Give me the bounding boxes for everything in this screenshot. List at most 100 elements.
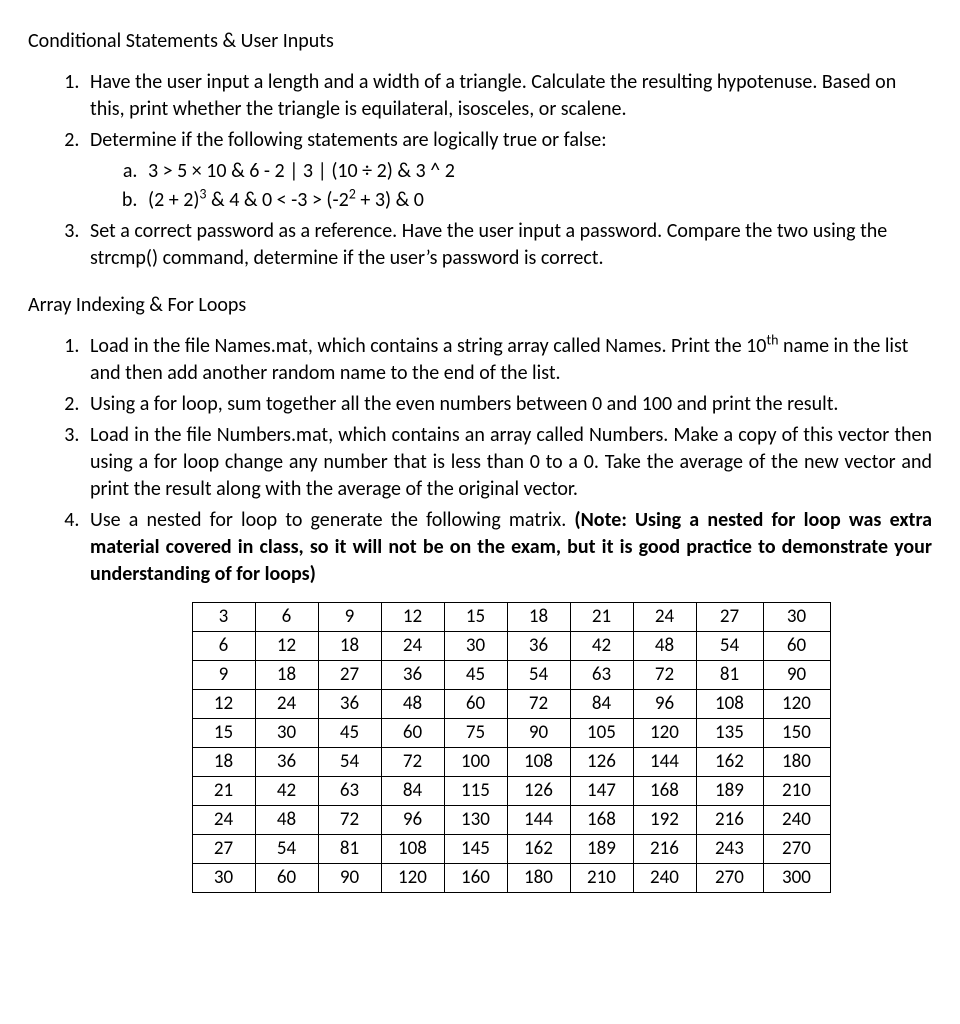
matrix-cell: 54	[318, 748, 381, 777]
matrix-cell: 168	[633, 777, 696, 806]
matrix-cell: 24	[381, 632, 444, 661]
s1-q3: Set a correct password as a reference. H…	[84, 218, 932, 272]
matrix-cell: 12	[381, 603, 444, 632]
matrix-cell: 18	[255, 661, 318, 690]
matrix-cell: 300	[763, 864, 830, 893]
matrix-cell: 84	[381, 777, 444, 806]
matrix-cell: 145	[444, 835, 507, 864]
matrix-cell: 81	[318, 835, 381, 864]
matrix-cell: 24	[633, 603, 696, 632]
matrix-cell: 60	[444, 690, 507, 719]
matrix-cell: 180	[763, 748, 830, 777]
table-row: 21426384115126147168189210	[192, 777, 830, 806]
matrix-cell: 72	[633, 661, 696, 690]
s1-q1: Have the user input a length and a width…	[84, 69, 932, 123]
matrix-cell: 36	[381, 661, 444, 690]
s1-q2-text: Determine if the following statements ar…	[90, 128, 607, 152]
matrix-cell: 90	[763, 661, 830, 690]
matrix-cell: 108	[507, 748, 570, 777]
matrix-cell: 18	[318, 632, 381, 661]
matrix-cell: 160	[444, 864, 507, 893]
matrix-cell: 240	[763, 806, 830, 835]
matrix-cell: 9	[318, 603, 381, 632]
matrix-cell: 54	[507, 661, 570, 690]
matrix-cell: 189	[570, 835, 633, 864]
s1-q2: Determine if the following statements ar…	[84, 127, 932, 214]
table-row: 36912151821242730	[192, 603, 830, 632]
s1-q2b-exp1: 3	[199, 185, 206, 202]
matrix-cell: 147	[570, 777, 633, 806]
matrix-cell: 90	[507, 719, 570, 748]
matrix-cell: 108	[381, 835, 444, 864]
section-1-list: Have the user input a length and a width…	[28, 69, 932, 272]
matrix-cell: 12	[255, 632, 318, 661]
matrix-cell: 240	[633, 864, 696, 893]
matrix-cell: 27	[192, 835, 255, 864]
matrix-cell: 115	[444, 777, 507, 806]
matrix-cell: 15	[192, 719, 255, 748]
matrix-cell: 63	[318, 777, 381, 806]
matrix-cell: 126	[507, 777, 570, 806]
s2-q1-pre: Load in the file Names.mat, which contai…	[90, 334, 766, 358]
matrix-cell: 48	[633, 632, 696, 661]
s2-q1-sup: th	[766, 331, 778, 348]
matrix-cell: 54	[255, 835, 318, 864]
matrix-cell: 6	[255, 603, 318, 632]
matrix-cell: 210	[763, 777, 830, 806]
section-2-list: Load in the file Names.mat, which contai…	[28, 333, 932, 893]
matrix-cell: 30	[444, 632, 507, 661]
matrix-cell: 216	[696, 806, 763, 835]
matrix-cell: 189	[696, 777, 763, 806]
matrix-cell: 60	[255, 864, 318, 893]
table-row: 6121824303642485460	[192, 632, 830, 661]
matrix-table: 3691215182124273061218243036424854609182…	[192, 602, 831, 893]
matrix-cell: 120	[633, 719, 696, 748]
matrix-cell: 9	[192, 661, 255, 690]
matrix-cell: 210	[570, 864, 633, 893]
s1-q2b-mid: & 4 & 0 < -3 > (-2	[207, 188, 349, 212]
matrix-cell: 96	[633, 690, 696, 719]
matrix-cell: 27	[318, 661, 381, 690]
matrix-cell: 270	[763, 835, 830, 864]
matrix-cell: 108	[696, 690, 763, 719]
table-row: 18365472100108126144162180	[192, 748, 830, 777]
matrix-cell: 75	[444, 719, 507, 748]
matrix-cell: 36	[255, 748, 318, 777]
table-row: 24487296130144168192216240	[192, 806, 830, 835]
matrix-cell: 42	[255, 777, 318, 806]
matrix-cell: 30	[192, 864, 255, 893]
matrix-cell: 45	[318, 719, 381, 748]
matrix-cell: 180	[507, 864, 570, 893]
matrix-cell: 216	[633, 835, 696, 864]
matrix-cell: 100	[444, 748, 507, 777]
s1-q2a: 3 > 5 × 10 & 6 - 2 | 3 | (10 ÷ 2) & 3 ^ …	[142, 158, 932, 185]
matrix-cell: 120	[381, 864, 444, 893]
matrix-cell: 3	[192, 603, 255, 632]
matrix-cell: 168	[570, 806, 633, 835]
matrix-cell: 12	[192, 690, 255, 719]
matrix-cell: 30	[763, 603, 830, 632]
table-row: 9182736455463728190	[192, 661, 830, 690]
matrix-cell: 42	[570, 632, 633, 661]
section-1-heading: Conditional Statements & User Inputs	[28, 28, 932, 55]
matrix-cell: 144	[633, 748, 696, 777]
s1-q2b-post: + 3) & 0	[356, 188, 424, 212]
matrix-cell: 21	[192, 777, 255, 806]
matrix-cell: 63	[570, 661, 633, 690]
matrix-cell: 243	[696, 835, 763, 864]
matrix-cell: 15	[444, 603, 507, 632]
matrix-cell: 84	[570, 690, 633, 719]
table-row: 153045607590105120135150	[192, 719, 830, 748]
s2-q2: Using a for loop, sum together all the e…	[84, 391, 932, 418]
s1-q2b-exp2: 2	[349, 185, 356, 202]
matrix-cell: 21	[570, 603, 633, 632]
matrix-cell: 130	[444, 806, 507, 835]
s1-q2-sublist: 3 > 5 × 10 & 6 - 2 | 3 | (10 ÷ 2) & 3 ^ …	[90, 158, 932, 214]
matrix-cell: 18	[192, 748, 255, 777]
table-row: 306090120160180210240270300	[192, 864, 830, 893]
matrix-cell: 36	[318, 690, 381, 719]
matrix-cell: 72	[381, 748, 444, 777]
matrix-cell: 72	[507, 690, 570, 719]
matrix-cell: 6	[192, 632, 255, 661]
matrix-cell: 60	[763, 632, 830, 661]
